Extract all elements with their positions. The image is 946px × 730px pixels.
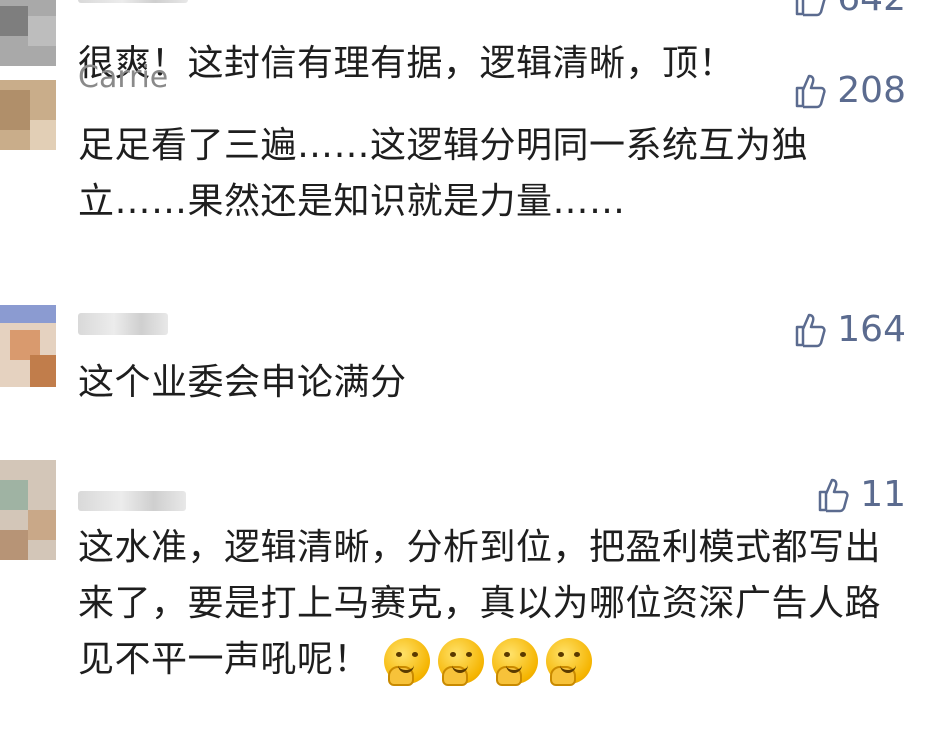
thinking-face-icon	[492, 638, 539, 686]
avatar[interactable]	[0, 80, 56, 150]
nickname[interactable]	[78, 0, 188, 9]
comment-text: 足足看了三遍……这逻辑分明同一系统互为独立……果然还是知识就是力量……	[78, 125, 809, 222]
nickname[interactable]	[78, 305, 168, 340]
like-count: 11	[860, 474, 906, 515]
like-button[interactable]: 208	[791, 70, 906, 111]
thumbs-up-icon	[796, 0, 826, 16]
like-count: 208	[837, 70, 906, 111]
thinking-face-icon	[384, 638, 431, 686]
avatar[interactable]	[0, 460, 56, 560]
nickname[interactable]: Carrie	[78, 60, 168, 95]
like-count: 642	[837, 0, 906, 19]
comment-item: 164 这个业委会申论满分	[0, 305, 946, 415]
like-button[interactable]: 642	[791, 0, 906, 19]
thumbs-up-icon	[796, 74, 826, 108]
comment-item: Carrie 208 足足看了三遍……这逻辑分明同一系统互为独立……果然还是知识…	[0, 60, 946, 280]
thumbs-up-icon	[796, 313, 826, 347]
nickname[interactable]	[78, 482, 186, 517]
avatar[interactable]	[0, 0, 56, 66]
comment-text: 这个业委会申论满分	[78, 362, 407, 403]
comment-text: 这水准，逻辑清晰，分析到位，把盈利模式都写出来了，要是打上马赛克，真以为哪位资深…	[78, 520, 908, 688]
thinking-face-icon	[546, 638, 593, 686]
emoji-group	[384, 638, 593, 686]
like-count: 164	[837, 309, 906, 350]
thinking-face-icon	[438, 638, 485, 686]
thumbs-up-icon	[818, 478, 849, 512]
like-button[interactable]: 164	[791, 309, 906, 350]
like-button[interactable]: 11	[814, 474, 906, 515]
comment-item: 11 这水准，逻辑清晰，分析到位，把盈利模式都写出来了，要是打上马赛克，真以为哪…	[0, 460, 946, 730]
avatar[interactable]	[0, 305, 56, 387]
